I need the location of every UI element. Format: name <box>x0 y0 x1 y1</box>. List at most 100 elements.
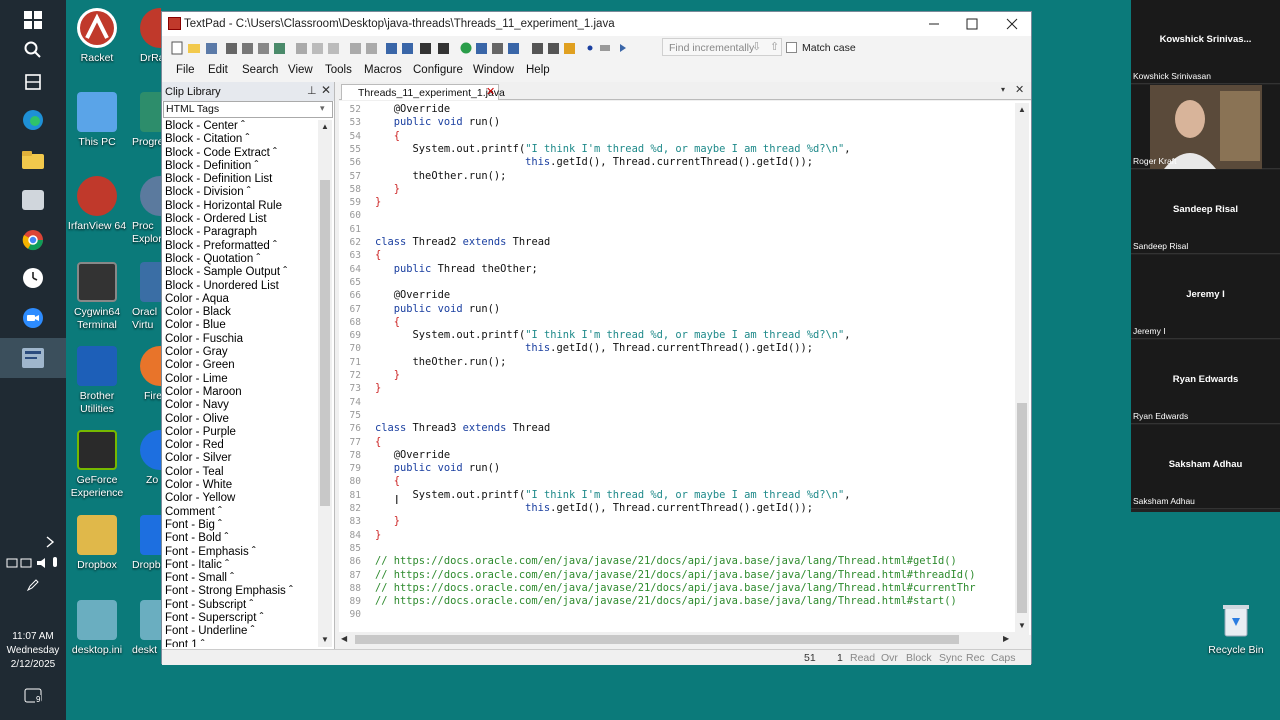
notification-icon[interactable]: 9 <box>23 686 43 706</box>
scroll-up-icon[interactable]: ▲ <box>1018 105 1026 114</box>
clip-library-item[interactable]: Block - Code Extract ˆ <box>163 147 318 160</box>
clip-library-item[interactable]: Font - Underline ˆ <box>163 625 318 638</box>
code-line[interactable]: 84} <box>339 529 1019 542</box>
chevron-right-icon[interactable] <box>42 534 58 550</box>
participant-tile[interactable]: Ryan Edwards Ryan Edwards <box>1131 340 1280 424</box>
code-line[interactable]: 86 // https://docs.oracle.com/en/java/jav… <box>339 555 1019 568</box>
participant-tile[interactable]: Sandeep Risal Sandeep Risal <box>1131 170 1280 254</box>
code-line[interactable]: 63 { <box>339 249 1019 262</box>
code-line[interactable]: 55 System.out.printf("I think I'm thread… <box>339 143 1019 156</box>
edge-browser-icon[interactable] <box>17 104 49 136</box>
clip-library-item[interactable]: Font - Subscript ˆ <box>163 599 318 612</box>
scroll-left-icon[interactable]: ◀ <box>341 634 347 643</box>
menu-file[interactable]: File <box>176 64 195 76</box>
desktop-icon-deskt[interactable]: deskt <box>132 600 161 657</box>
code-line[interactable]: 70 this.getId(), Thread.currentThread().… <box>339 342 1019 355</box>
code-line[interactable]: 85 <box>339 542 1019 555</box>
clip-library-item[interactable]: Color - White <box>163 479 318 492</box>
code-line[interactable]: 71 theOther.run(); <box>339 356 1019 369</box>
desktop-icon-desktop-ini[interactable]: desktop.ini <box>62 600 132 657</box>
clip-library-item[interactable]: Color - Red <box>163 439 318 452</box>
code-line[interactable]: 61 <box>339 223 1019 236</box>
desktop-icon-firefox[interactable]: Fire <box>132 346 161 403</box>
close-icon[interactable]: ✕ <box>1015 83 1024 96</box>
desktop-icon-geforce[interactable]: GeForce Experience <box>62 430 132 500</box>
start-icon[interactable] <box>17 4 49 36</box>
desktop-icon-oracle-virtualbox[interactable]: Oracl Virtu <box>132 262 161 332</box>
arrow-down-icon[interactable]: ⇩ <box>752 40 761 53</box>
code-line[interactable]: 73} <box>339 382 1019 395</box>
code-editor[interactable]: 52 @Override 53 public void run() 54 {55 S… <box>339 101 1031 635</box>
scroll-thumb[interactable] <box>320 180 330 506</box>
scroll-down-icon[interactable]: ▼ <box>321 635 329 644</box>
clip-library-item[interactable]: Block - Horizontal Rule <box>163 200 318 213</box>
clip-library-item[interactable]: Color - Black <box>163 306 318 319</box>
desktop-icon-cygwin[interactable]: Cygwin64 Terminal <box>62 262 132 332</box>
code-line[interactable]: 67 public void run() <box>339 303 1019 316</box>
app-icon[interactable] <box>17 184 49 216</box>
code-line[interactable]: 79 public void run() <box>339 462 1019 475</box>
menu-window[interactable]: Window <box>473 64 514 76</box>
clip-library-item[interactable]: Block - Sample Output ˆ <box>163 266 318 279</box>
desktop-icon-irfanview[interactable]: IrfanView 64 <box>62 176 132 233</box>
code-line[interactable]: 65 <box>339 276 1019 289</box>
clip-library-item[interactable]: Block - Quotation ˆ <box>163 253 318 266</box>
code-line[interactable]: 77 { <box>339 436 1019 449</box>
scroll-thumb[interactable] <box>355 635 959 644</box>
code-line[interactable]: 57 theOther.run(); <box>339 170 1019 183</box>
clip-library-item[interactable]: Font - Superscript ˆ <box>163 612 318 625</box>
scroll-thumb[interactable] <box>1017 403 1027 613</box>
maximize-icon[interactable] <box>962 15 982 33</box>
clip-library-item[interactable]: Color - Teal <box>163 466 318 479</box>
clock-day[interactable]: Wednesday <box>0 644 66 658</box>
code-line[interactable]: 88 // https://docs.oracle.com/en/java/jav… <box>339 582 1019 595</box>
clock-date[interactable]: 2/12/2025 <box>0 658 66 672</box>
clock-app-icon[interactable] <box>17 262 49 294</box>
clip-library-item[interactable]: Font - Italic ˆ <box>163 559 318 572</box>
clip-library-item[interactable]: Block - Division ˆ <box>163 186 318 199</box>
code-line[interactable]: 64 public Thread theOther; <box>339 263 1019 276</box>
scroll-right-icon[interactable]: ▶ <box>1003 634 1009 643</box>
code-line[interactable]: 72 } <box>339 369 1019 382</box>
code-line[interactable]: 52 @Override <box>339 103 1019 116</box>
desktop-icon-dropbox-2[interactable]: Dropb <box>132 515 161 572</box>
clip-library-item[interactable]: Block - Definition List <box>163 173 318 186</box>
zoom-icon[interactable] <box>17 302 49 334</box>
desktop-icon-recycle-bin[interactable]: Recycle Bin <box>1201 600 1271 657</box>
match-case-label[interactable]: Match case <box>802 42 856 54</box>
desktop-icon-dropbox[interactable]: Dropbox <box>62 515 132 572</box>
task-view-icon[interactable] <box>17 66 49 98</box>
find-incrementally-input[interactable]: Find incrementally <box>662 38 782 56</box>
close-icon[interactable] <box>1002 15 1022 33</box>
code-line[interactable]: 82 this.getId(), Thread.currentThread().… <box>339 502 1019 515</box>
file-explorer-icon[interactable] <box>17 144 49 176</box>
code-line[interactable]: 53 public void run() <box>339 116 1019 129</box>
clip-library-item[interactable]: Block - Paragraph <box>163 226 318 239</box>
clip-library-item[interactable]: Block - Preformatted ˆ <box>163 240 318 253</box>
pin-icon[interactable]: ⊥ <box>307 84 317 97</box>
menu-help[interactable]: Help <box>526 64 550 76</box>
match-case-checkbox[interactable] <box>786 42 797 53</box>
clip-library-item[interactable]: Color - Fuschia <box>163 333 318 346</box>
pen-icon[interactable] <box>24 576 42 594</box>
clip-library-item[interactable]: Font - Bold ˆ <box>163 532 318 545</box>
close-icon[interactable]: ✕ <box>321 83 331 97</box>
clip-library-item[interactable]: Color - Olive <box>163 413 318 426</box>
clip-library-item[interactable]: Font 1 ˆ <box>163 639 318 647</box>
textpad-taskbar-icon[interactable] <box>0 338 66 378</box>
editor-vertical-scrollbar[interactable]: ▲ ▼ <box>1015 103 1029 635</box>
clip-library-item[interactable]: Block - Unordered List <box>163 280 318 293</box>
code-line[interactable]: 75 <box>339 409 1019 422</box>
clip-library-item[interactable]: Font - Small ˆ <box>163 572 318 585</box>
search-icon[interactable] <box>17 34 49 66</box>
code-line[interactable]: 78 @Override <box>339 449 1019 462</box>
clip-library-item[interactable]: Color - Gray <box>163 346 318 359</box>
code-line[interactable]: 59} <box>339 196 1019 209</box>
code-line[interactable]: 83 } <box>339 515 1019 528</box>
code-line[interactable]: 76 class Thread3 extends Thread <box>339 422 1019 435</box>
desktop-icon-zoom[interactable]: Zo <box>132 430 161 487</box>
clip-library-item[interactable]: Block - Citation ˆ <box>163 133 318 146</box>
code-line[interactable]: 60 <box>339 209 1019 222</box>
participant-tile[interactable]: Kowshick Srinivas... Kowshick Srinivasan <box>1131 0 1280 84</box>
code-line[interactable]: 90 <box>339 608 1019 621</box>
